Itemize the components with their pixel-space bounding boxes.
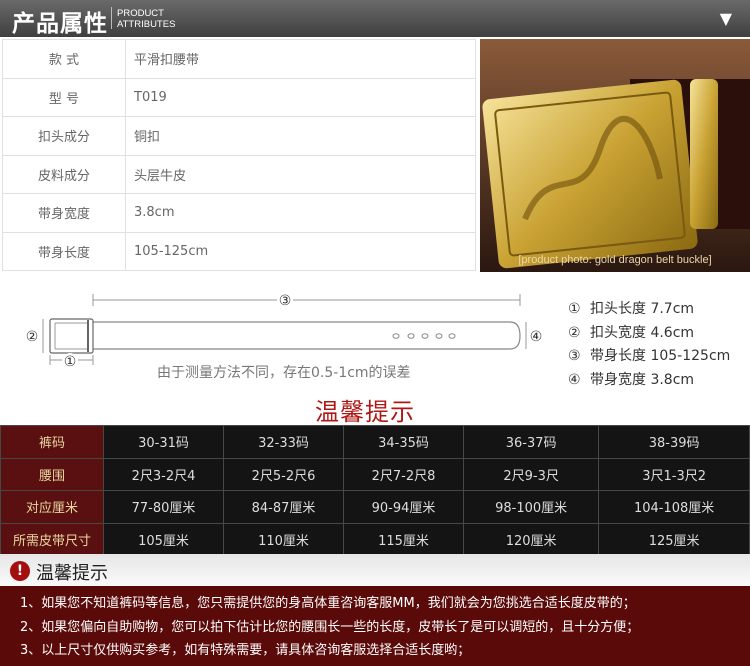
size-cell: 120厘米 [462, 522, 600, 556]
marker-4: ④ [530, 329, 543, 345]
legend-number: ② [568, 324, 581, 341]
marker-3: ③ [279, 293, 292, 309]
product-photo-graphic [480, 39, 750, 272]
legend-number: ③ [568, 348, 581, 364]
belt-buckle [49, 318, 94, 354]
attribute-row: 款 式 平滑扣腰带 [2, 39, 476, 79]
size-cell: 32-33码 [223, 425, 344, 459]
size-cell: 98-100厘米 [462, 490, 600, 524]
notice-line: 1、如果您不知道裤码等信息，您只需提供您的身高体重咨询客服MM，我们就会为您挑选… [20, 596, 636, 611]
belt-hole [392, 333, 400, 339]
section-title: 产品属性 [12, 11, 108, 37]
attribute-key: 款 式 [2, 39, 126, 79]
notice-header: ! 温馨提示 [0, 554, 750, 586]
size-cell: 90-94厘米 [343, 490, 464, 524]
legend-number: ④ [568, 371, 581, 388]
section-header: 产品属性 PRODUCT ATTRIBUTES ▼ [0, 0, 750, 37]
size-cell: 3尺1-3尺2 [598, 457, 750, 491]
size-cell: 84-87厘米 [223, 490, 344, 524]
attribute-row: 型 号 T019 [2, 77, 476, 117]
legend-number: ① [568, 301, 581, 317]
attribute-value: 3.8cm [125, 193, 476, 233]
attribute-value: 105-125cm [125, 231, 476, 271]
legend-item: ③ 带身长度 105-125cm [568, 345, 730, 369]
notice-line: 2、如果您偏向自助购物，您可以拍下估计比您的腰围长一些的长度，皮带长了是可以调短… [20, 619, 640, 635]
size-row-header: 裤码 [0, 425, 104, 459]
notice-list: 1、如果您不知道裤码等信息，您只需提供您的身高体重咨询客服MM，我们就会为您挑选… [20, 592, 639, 663]
belt-hole [421, 333, 429, 339]
size-row: 腰围 2尺3-2尺4 2尺5-2尺6 2尺7-2尺8 2尺9-3尺 3尺1-3尺… [0, 457, 750, 491]
attribute-key: 皮料成分 [2, 154, 126, 194]
size-cell: 30-31码 [103, 425, 224, 459]
size-cell: 110厘米 [223, 522, 344, 556]
product-photo: [product photo: gold dragon belt buckle] [480, 39, 750, 272]
notice-panel: ! 温馨提示 1、如果您不知道裤码等信息，您只需提供您的身高体重咨询客服MM，我… [0, 554, 750, 666]
belt-strap-outline [93, 321, 521, 350]
legend-text: 扣头长度 7.7cm [590, 301, 695, 317]
header-divider [111, 7, 112, 29]
attribute-table: 款 式 平滑扣腰带 型 号 T019 扣头成分 铜扣 皮料成分 头层牛皮 带身宽… [2, 39, 476, 271]
legend-text: 扣头宽度 4.6cm [590, 324, 695, 341]
size-cell: 34-35码 [343, 425, 464, 459]
attribute-value: 铜扣 [125, 116, 476, 156]
exclamation-icon: ! [10, 561, 30, 581]
belt-hole [448, 333, 456, 339]
size-table: 裤码 30-31码 32-33码 34-35码 36-37码 38-39码 腰围… [0, 425, 750, 556]
attribute-row: 带身宽度 3.8cm [2, 193, 476, 233]
section-subtitle: PRODUCT ATTRIBUTES [117, 8, 175, 30]
marker-1: ① [64, 354, 77, 370]
size-cell: 38-39码 [598, 425, 750, 459]
legend-text: 带身长度 105-125cm [590, 348, 731, 364]
size-cell: 104-108厘米 [598, 490, 750, 524]
attribute-row: 带身长度 105-125cm [2, 231, 476, 271]
tip-heading: 温馨提示 [315, 398, 415, 426]
attribute-row: 皮料成分 头层牛皮 [2, 154, 476, 194]
size-cell: 77-80厘米 [103, 490, 224, 524]
triangle-down-icon[interactable]: ▼ [720, 9, 732, 28]
size-cell: 2尺7-2尺8 [343, 457, 464, 491]
size-cell: 115厘米 [343, 522, 464, 556]
measurement-note: 由于测量方法不同，存在0.5-1cm的误差 [157, 365, 411, 381]
legend-item: ② 扣头宽度 4.6cm [568, 322, 730, 346]
size-cell: 2尺5-2尺6 [223, 457, 344, 491]
size-row-header: 对应厘米 [0, 490, 104, 524]
attribute-key: 型 号 [2, 77, 126, 117]
legend-item: ① 扣头长度 7.7cm [568, 298, 730, 322]
size-row-header: 所需皮带尺寸 [0, 522, 104, 556]
attribute-key: 扣头成分 [2, 116, 126, 156]
size-cell: 105厘米 [103, 522, 224, 556]
attribute-key: 带身宽度 [2, 193, 126, 233]
size-cell: 2尺9-3尺 [462, 457, 600, 491]
size-row: 对应厘米 77-80厘米 84-87厘米 90-94厘米 98-100厘米 10… [0, 490, 750, 524]
attribute-value: 平滑扣腰带 [125, 39, 476, 79]
attribute-row: 扣头成分 铜扣 [2, 116, 476, 156]
size-cell: 36-37码 [462, 425, 600, 459]
notice-title: 温馨提示 [36, 563, 108, 584]
attribute-value: 头层牛皮 [125, 154, 476, 194]
size-row-header: 腰围 [0, 457, 104, 491]
attribute-value: T019 [125, 77, 476, 117]
belt-hole [435, 333, 443, 339]
notice-line: 3、以上尺寸仅供购买参考，如有特殊需要，请具体咨询客服选择合适长度哟； [20, 643, 471, 658]
size-cell: 125厘米 [598, 522, 750, 556]
size-row: 所需皮带尺寸 105厘米 110厘米 115厘米 120厘米 125厘米 [0, 522, 750, 556]
marker-2: ② [26, 329, 39, 345]
section-subtitle-line-2: ATTRIBUTES [117, 19, 176, 30]
size-row: 裤码 30-31码 32-33码 34-35码 36-37码 38-39码 [0, 425, 750, 459]
product-photo-label: [product photo: gold dragon belt buckle] [518, 254, 712, 266]
section-subtitle-line-1: PRODUCT [117, 8, 164, 19]
dimension-legend: ① 扣头长度 7.7cm ② 扣头宽度 4.6cm ③ 带身长度 105-125cm … [568, 298, 730, 392]
legend-text: 带身宽度 3.8cm [590, 371, 695, 388]
attribute-key: 带身长度 [2, 231, 126, 271]
belt-hole [407, 333, 415, 339]
size-cell: 2尺3-2尺4 [103, 457, 224, 491]
legend-item: ④ 带身宽度 3.8cm [568, 369, 730, 393]
